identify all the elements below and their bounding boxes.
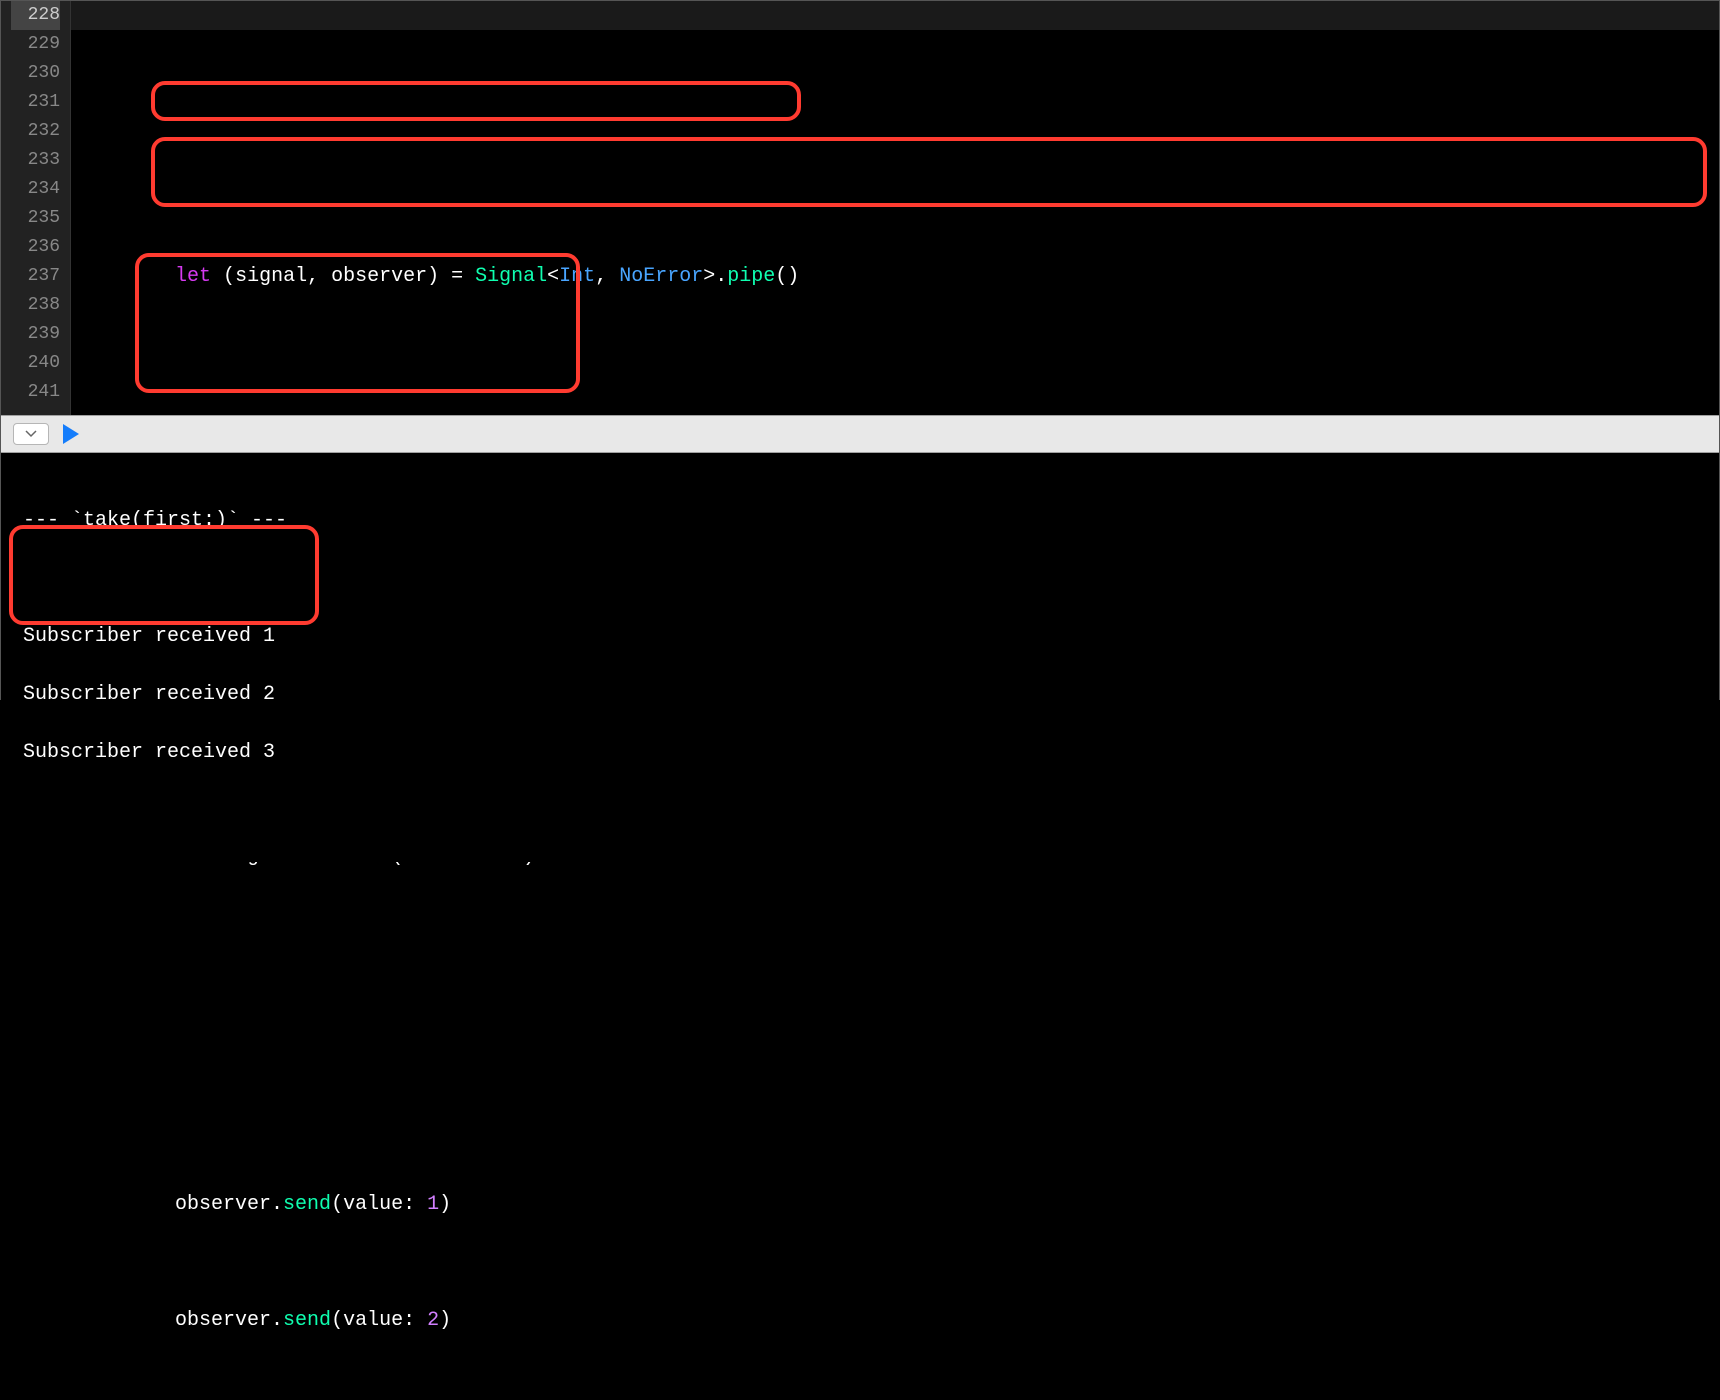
debug-view-dropdown[interactable] (13, 423, 49, 445)
line-number: 234 (11, 175, 60, 204)
code-line[interactable] (71, 146, 1719, 175)
line-number: 230 (11, 59, 60, 88)
line-number: 233 (11, 146, 60, 175)
code-editor[interactable]: let (signal, observer) = Signal<Int, NoE… (71, 1, 1719, 415)
console-line: Subscriber received 1 (23, 622, 1707, 651)
console-line: --- `take(first:)` --- (23, 506, 1707, 535)
chevron-down-icon (25, 430, 37, 438)
code-line[interactable]: let (signal, observer) = Signal<Int, NoE… (71, 262, 1719, 291)
code-line[interactable] (71, 378, 1719, 407)
console-line: Subscriber received 2 (23, 680, 1707, 709)
code-line[interactable] (71, 1074, 1719, 1103)
line-number: 229 (11, 30, 60, 59)
line-number: 241 (11, 378, 60, 407)
line-number: 232 (11, 117, 60, 146)
line-number: 231 (11, 88, 60, 117)
line-number: 239 (11, 320, 60, 349)
line-number: 240 (11, 349, 60, 378)
console-line (23, 564, 1707, 593)
editor-area: 2282292302312322332342352362372382392402… (1, 1, 1719, 415)
line-number-gutter: 2282292302312322332342352362372382392402… (1, 1, 71, 415)
line-number: 236 (11, 233, 60, 262)
current-line-highlight (71, 1, 1719, 30)
line-number: 228 (11, 1, 60, 30)
code-line[interactable]: observer.send(value: 1) (71, 1190, 1719, 1219)
code-line[interactable] (71, 958, 1719, 987)
console-output[interactable]: --- `take(first:)` --- Subscriber receiv… (1, 453, 1719, 862)
line-number: 235 (11, 204, 60, 233)
line-number: 237 (11, 262, 60, 291)
line-number: 238 (11, 291, 60, 320)
code-line[interactable]: observer.send(value: 2) (71, 1306, 1719, 1335)
console-line: Subscriber received 3 (23, 738, 1707, 767)
